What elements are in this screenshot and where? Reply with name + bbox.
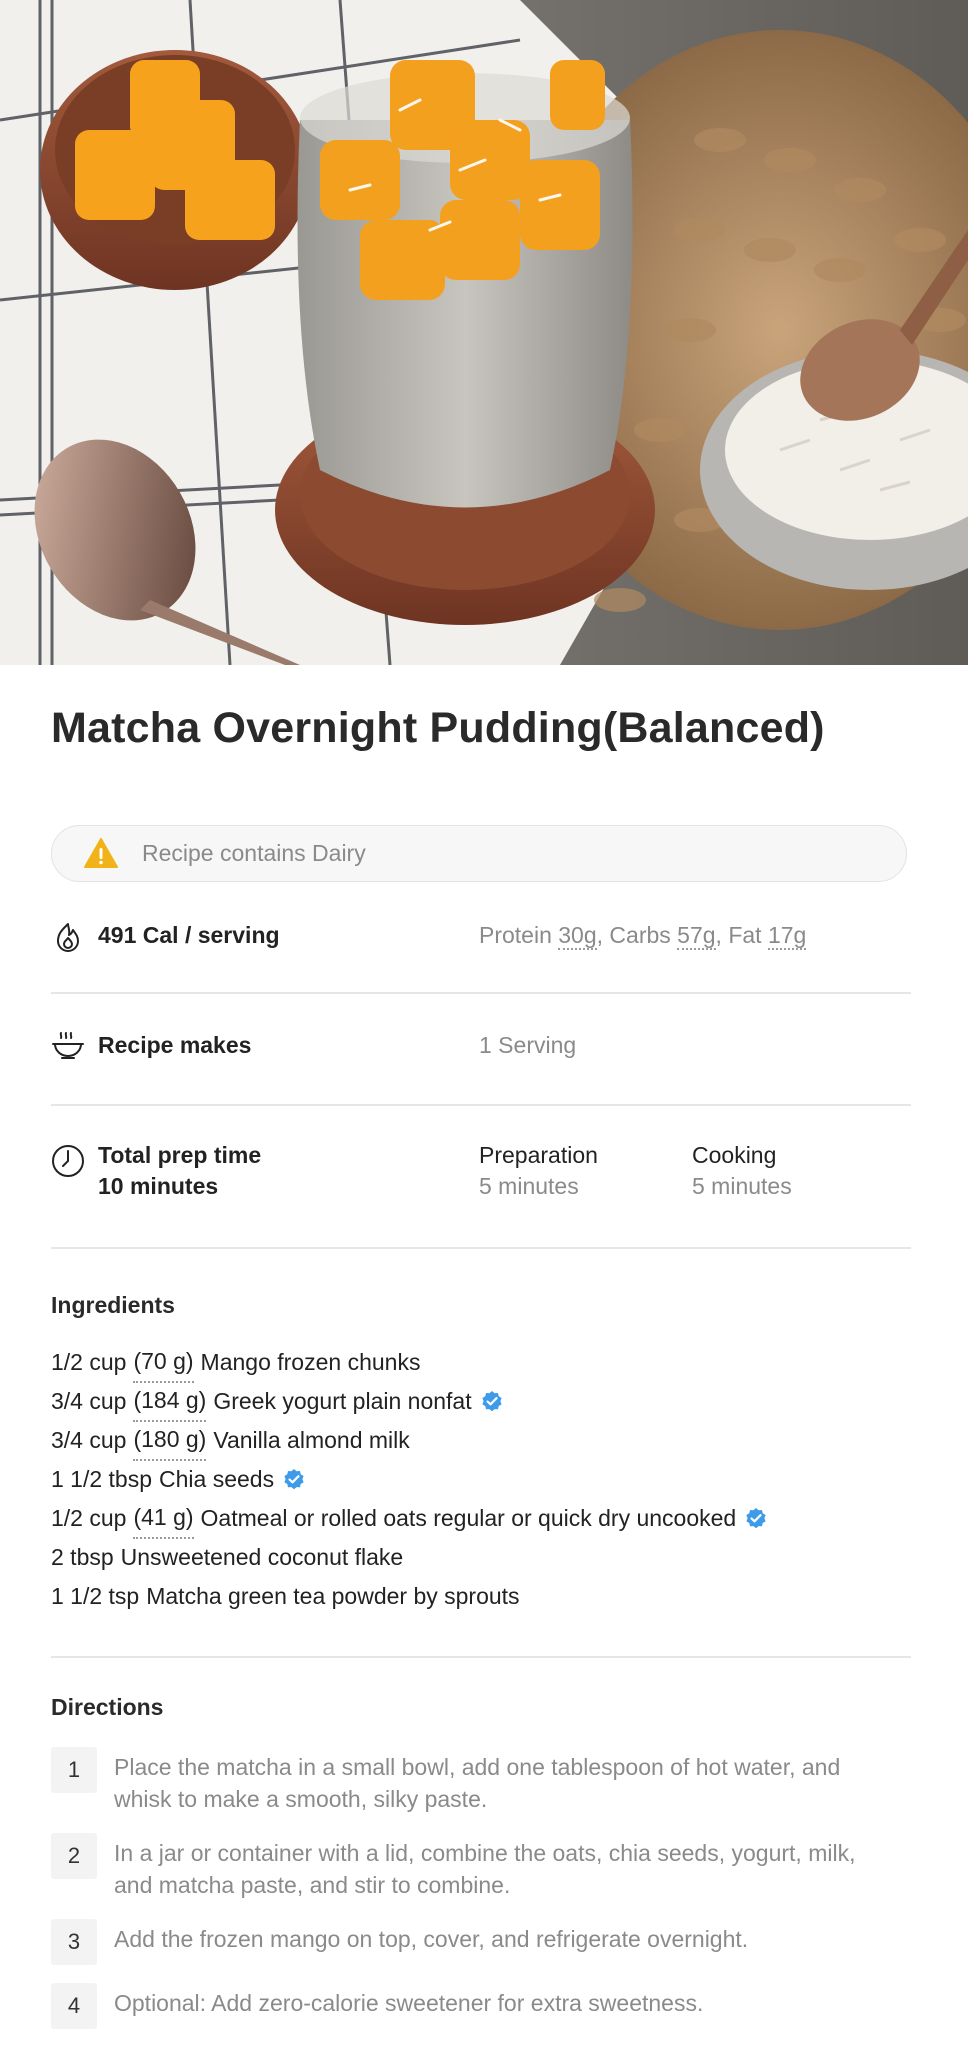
ingredient-amount: 1 1/2 tbsp — [51, 1465, 153, 1492]
ingredient-grams[interactable]: (70 g) — [133, 1342, 194, 1383]
nutrition-row: 491 Cal / serving Protein 30g, Carbs 57g… — [51, 910, 911, 994]
allergy-notice-text: Recipe contains Dairy — [142, 839, 366, 866]
ingredient-name: Matcha green tea powder by sprouts — [146, 1582, 520, 1609]
warning-triangle-icon — [84, 838, 118, 869]
flame-icon — [57, 922, 79, 952]
prep-time-row: Total prep time 10 minutes Preparation 5… — [51, 1106, 911, 1249]
preparation-value: 5 minutes — [479, 1172, 579, 1199]
step-number: 3 — [51, 1918, 97, 1965]
bowl-icon — [52, 1031, 84, 1059]
direction-step: 4 Optional: Add zero-calorie sweetener fo… — [51, 1982, 911, 2029]
preparation-label: Preparation — [479, 1141, 598, 1168]
ingredient-grams[interactable]: (184 g) — [133, 1381, 207, 1422]
ingredient-item: 3/4 cup (184 g) Greek yogurt plain nonfat — [51, 1381, 911, 1422]
fat-value[interactable]: 17g — [767, 921, 807, 950]
ingredients-section: Ingredients 1/2 cup (70 g) Mango frozen ch… — [51, 1249, 911, 1658]
step-text: Place the matcha in a small bowl, add on… — [114, 1753, 841, 1812]
directions-section: Directions 1 Place the matcha in a small … — [51, 1658, 911, 2029]
ingredient-item: 1/2 cup (41 g) Oatmeal or rolled oats regu… — [51, 1498, 911, 1539]
step-number: 2 — [51, 1832, 97, 1879]
ingredient-amount: 1/2 cup — [51, 1504, 127, 1531]
recipe-hero-image — [0, 0, 968, 665]
carbs-label: , Carbs — [596, 921, 678, 948]
recipe-title: Matcha Overnight Pudding(Balanced) — [51, 704, 825, 752]
step-text: In a jar or container with a lid, combin… — [114, 1839, 856, 1898]
direction-step: 1 Place the matcha in a small bowl, add o… — [51, 1746, 911, 1815]
step-number: 4 — [51, 1982, 97, 2029]
ingredients-list: 1/2 cup (70 g) Mango frozen chunks 3/4 cup(… — [51, 1343, 911, 1616]
ingredient-grams[interactable]: (180 g) — [133, 1420, 207, 1461]
ingredient-amount: 3/4 cup — [51, 1426, 127, 1453]
step-text: Optional: Add zero-calorie sweetener for… — [114, 1989, 704, 2016]
total-time: Total prep time 10 minutes — [98, 1140, 261, 1202]
yield-label: Recipe makes — [98, 1031, 252, 1058]
step-text: Add the frozen mango on top, cover, and … — [114, 1925, 749, 1952]
protein-label: Protein — [479, 921, 559, 948]
fat-label: , Fat — [715, 921, 768, 948]
ingredient-name: Oatmeal or rolled oats regular or quick … — [200, 1504, 737, 1531]
carbs-value[interactable]: 57g — [677, 921, 716, 950]
cooking-time: Cooking 5 minutes — [692, 1140, 792, 1202]
total-time-value: 10 minutes — [98, 1172, 219, 1199]
ingredient-amount: 2 tbsp — [51, 1543, 114, 1570]
ingredient-amount: 1/2 cup — [51, 1348, 127, 1375]
recipe-content: Matcha Overnight Pudding(Balanced) Recip… — [51, 665, 911, 2047]
verified-badge-icon — [284, 1469, 304, 1490]
step-number: 1 — [51, 1746, 97, 1793]
ingredient-name: Greek yogurt plain nonfat — [213, 1387, 472, 1414]
ingredient-name: Chia seeds — [159, 1465, 275, 1492]
macros-summary: Protein 30g, Carbs 57g, Fat 17g — [479, 920, 807, 951]
yield-row: Recipe makes 1 Serving — [51, 994, 911, 1106]
ingredient-amount: 1 1/2 tsp — [51, 1582, 140, 1609]
yield-value: 1 Serving — [479, 1031, 577, 1058]
allergy-notice: Recipe contains Dairy — [51, 824, 907, 882]
ingredient-item: 3/4 cup (180 g) Vanilla almond milk — [51, 1420, 911, 1461]
ingredient-amount: 3/4 cup — [51, 1387, 127, 1414]
ingredient-item: 1 1/2 tsp Matcha green tea powder by spro… — [51, 1577, 911, 1616]
protein-value[interactable]: 30g — [558, 921, 597, 950]
ingredient-item: 1/2 cup (70 g) Mango frozen chunks — [51, 1342, 911, 1383]
direction-step: 3 Add the frozen mango on top, cover, and… — [51, 1918, 911, 1965]
cooking-value: 5 minutes — [692, 1172, 792, 1199]
preparation-time: Preparation 5 minutes — [479, 1140, 598, 1202]
ingredient-name: Unsweetened coconut flake — [120, 1543, 404, 1570]
ingredient-name: Vanilla almond milk — [213, 1426, 410, 1453]
calories-label: 491 Cal / serving — [98, 921, 280, 948]
clock-icon — [52, 1144, 84, 1177]
ingredient-item: 2 tbsp Unsweetened coconut flake — [51, 1538, 911, 1577]
direction-step: 2 In a jar or container with a lid, combi… — [51, 1832, 911, 1901]
ingredients-heading: Ingredients — [51, 1291, 175, 1318]
ingredient-grams[interactable]: (41 g) — [133, 1498, 194, 1539]
verified-badge-icon — [482, 1391, 502, 1412]
verified-badge-icon — [746, 1508, 766, 1529]
cooking-label: Cooking — [692, 1141, 777, 1168]
total-time-label: Total prep time — [98, 1141, 262, 1168]
ingredient-name: Mango frozen chunks — [200, 1348, 421, 1375]
directions-heading: Directions — [51, 1693, 164, 1720]
ingredient-item: 1 1/2 tbsp Chia seeds — [51, 1460, 911, 1499]
directions-list: 1 Place the matcha in a small bowl, add o… — [51, 1746, 911, 2029]
